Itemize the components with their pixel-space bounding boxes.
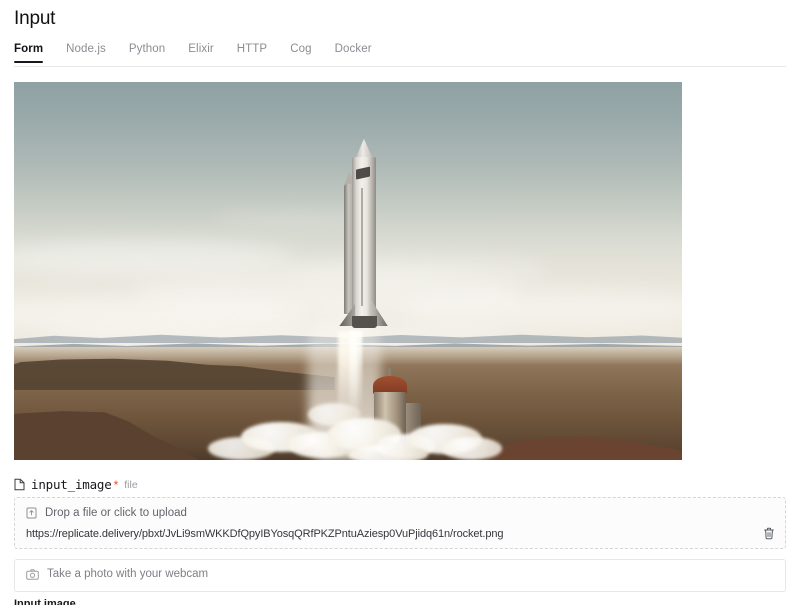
rocket-stripe: [361, 187, 364, 307]
tab-cog[interactable]: Cog: [290, 43, 311, 63]
field-name: input_image: [31, 477, 112, 492]
upload-file-icon: [26, 507, 37, 519]
tab-docker[interactable]: Docker: [335, 43, 372, 63]
trash-icon[interactable]: [763, 527, 775, 540]
tab-nodejs[interactable]: Node.js: [66, 43, 106, 63]
required-marker: *: [113, 477, 119, 492]
tab-python[interactable]: Python: [129, 43, 165, 63]
page-title: Input: [14, 8, 56, 29]
upload-prompt-label: Drop a file or click to upload: [45, 507, 187, 519]
tab-http[interactable]: HTTP: [237, 43, 267, 63]
rocket-launch-scene: [14, 82, 682, 460]
webcam-prompt-label: Take a photo with your webcam: [47, 568, 209, 580]
field-label: input_image * file: [14, 477, 138, 492]
input-page: Input Form Node.js Python Elixir HTTP Co…: [0, 0, 800, 605]
webcam-capture-button[interactable]: Take a photo with your webcam: [14, 559, 786, 592]
smoke-puff: [348, 444, 429, 460]
rocket: [339, 138, 389, 343]
upload-prompt-row[interactable]: Drop a file or click to upload: [26, 507, 187, 519]
input-image-preview: [14, 82, 682, 460]
file-upload-dropzone[interactable]: Drop a file or click to upload https://r…: [14, 497, 786, 549]
uploaded-file-row: https://replicate.delivery/pbxt/JvLi9smW…: [26, 527, 775, 540]
exhaust-plume: [349, 331, 363, 415]
webcam-prompt-row[interactable]: Take a photo with your webcam: [26, 568, 208, 580]
rocket-body: [352, 157, 376, 319]
file-icon: [14, 478, 25, 491]
field-type: file: [124, 478, 138, 491]
tab-form[interactable]: Form: [14, 43, 44, 63]
smoke-puff: [441, 437, 502, 460]
cloud-band: [401, 289, 682, 328]
file-url[interactable]: https://replicate.delivery/pbxt/JvLi9smW…: [26, 528, 503, 540]
rocket-engine: [351, 316, 377, 329]
cloud-band: [14, 240, 295, 275]
tab-divider: [14, 66, 786, 67]
tab-elixir[interactable]: Elixir: [188, 43, 214, 63]
camera-icon: [26, 568, 39, 580]
next-field-caption: Input image: [14, 598, 76, 605]
tab-bar: Form Node.js Python Elixir HTTP Cog Dock…: [0, 43, 786, 67]
